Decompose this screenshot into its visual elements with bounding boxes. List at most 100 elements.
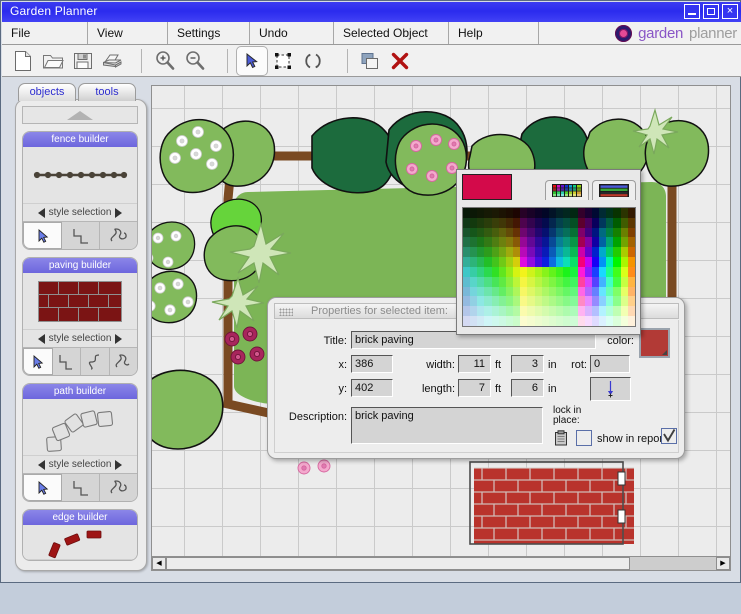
color-cell[interactable] xyxy=(563,217,571,228)
delete-button[interactable] xyxy=(385,47,415,75)
color-cell[interactable] xyxy=(541,266,549,277)
color-cell[interactable] xyxy=(620,266,628,277)
color-cell[interactable] xyxy=(463,316,471,326)
color-cell[interactable] xyxy=(513,247,521,258)
color-cell[interactable] xyxy=(505,276,514,287)
color-cell[interactable] xyxy=(484,286,492,297)
color-cell[interactable] xyxy=(627,266,635,277)
color-cell[interactable] xyxy=(498,257,506,267)
color-cell[interactable] xyxy=(606,286,614,297)
color-cell[interactable] xyxy=(570,296,578,307)
color-cell[interactable] xyxy=(498,316,506,326)
menu-item-view[interactable]: View xyxy=(88,22,168,44)
scroll-left-button[interactable]: ◀ xyxy=(152,557,166,570)
color-cell[interactable] xyxy=(591,208,600,218)
color-cell[interactable] xyxy=(556,306,564,317)
color-cell[interactable] xyxy=(527,217,535,228)
color-cell[interactable] xyxy=(477,276,485,287)
color-cell[interactable] xyxy=(491,296,499,307)
color-cell[interactable] xyxy=(548,237,557,248)
drag-grip-icon[interactable] xyxy=(279,308,293,316)
color-cell[interactable] xyxy=(477,286,485,297)
color-cell[interactable] xyxy=(570,286,578,297)
color-cell[interactable] xyxy=(620,247,628,258)
color-cell[interactable] xyxy=(527,227,535,238)
color-cell[interactable] xyxy=(570,257,578,267)
color-cell[interactable] xyxy=(484,306,492,317)
color-cell[interactable] xyxy=(556,286,564,297)
color-cell[interactable] xyxy=(591,247,600,258)
color-cell[interactable] xyxy=(548,316,557,326)
color-cell[interactable] xyxy=(627,276,635,287)
color-cell[interactable] xyxy=(491,247,499,258)
color-cell[interactable] xyxy=(527,306,535,317)
width-feet-input[interactable]: 11 xyxy=(458,355,491,373)
color-cell[interactable] xyxy=(491,227,499,238)
color-cell[interactable] xyxy=(627,208,635,218)
select-tool-button[interactable] xyxy=(236,46,268,76)
color-cell[interactable] xyxy=(513,316,521,326)
color-cell[interactable] xyxy=(527,316,535,326)
close-button[interactable]: × xyxy=(722,4,738,19)
color-cell[interactable] xyxy=(577,227,585,238)
color-cell[interactable] xyxy=(563,227,571,238)
color-cell[interactable] xyxy=(491,208,499,218)
length-inches-input[interactable]: 6 xyxy=(511,379,544,397)
color-cell[interactable] xyxy=(520,306,528,317)
color-cell[interactable] xyxy=(570,208,578,218)
color-cell[interactable] xyxy=(527,296,535,307)
color-cell[interactable] xyxy=(620,237,628,248)
color-cell[interactable] xyxy=(498,286,506,297)
color-cell[interactable] xyxy=(498,217,506,228)
color-cell[interactable] xyxy=(477,217,485,228)
color-cell[interactable] xyxy=(577,316,585,326)
color-cell[interactable] xyxy=(591,257,600,267)
color-cell[interactable] xyxy=(498,208,506,218)
color-cell[interactable] xyxy=(513,266,521,277)
color-cell[interactable] xyxy=(613,227,621,238)
color-cell[interactable] xyxy=(470,296,478,307)
lock-in-place-checkbox[interactable] xyxy=(576,430,592,446)
color-cell[interactable] xyxy=(584,227,592,238)
color-cell[interactable] xyxy=(627,247,635,258)
fence-straight-tool[interactable] xyxy=(62,222,100,249)
fence-freehand-tool[interactable] xyxy=(100,222,137,249)
color-cell[interactable] xyxy=(527,208,535,218)
color-cell[interactable] xyxy=(477,237,485,248)
color-cell[interactable] xyxy=(463,306,471,317)
color-cell[interactable] xyxy=(613,247,621,258)
color-cell[interactable] xyxy=(577,247,585,258)
color-cell[interactable] xyxy=(584,266,592,277)
color-cell[interactable] xyxy=(570,266,578,277)
color-cell[interactable] xyxy=(606,266,614,277)
lock-clipboard-icon[interactable] xyxy=(554,430,568,451)
color-cell[interactable] xyxy=(470,306,478,317)
paving-builder-preview[interactable] xyxy=(23,273,137,330)
color-cell[interactable] xyxy=(570,217,578,228)
color-cell[interactable] xyxy=(613,208,621,218)
color-cell[interactable] xyxy=(541,237,549,248)
color-cell[interactable] xyxy=(613,296,621,307)
color-cell[interactable] xyxy=(599,296,607,307)
color-cell[interactable] xyxy=(484,296,492,307)
path-select-tool[interactable] xyxy=(23,474,62,501)
color-cell[interactable] xyxy=(484,217,492,228)
color-cell[interactable] xyxy=(613,257,621,267)
color-cell[interactable] xyxy=(577,208,585,218)
description-textarea[interactable]: brick paving xyxy=(351,407,543,444)
color-cell[interactable] xyxy=(613,286,621,297)
color-cell[interactable] xyxy=(527,276,535,287)
color-cell[interactable] xyxy=(463,227,471,238)
color-cell[interactable] xyxy=(513,208,521,218)
color-cell[interactable] xyxy=(520,316,528,326)
color-cell[interactable] xyxy=(541,316,549,326)
color-cell[interactable] xyxy=(470,217,478,228)
color-cell[interactable] xyxy=(627,217,635,228)
scrollbar-thumb[interactable] xyxy=(166,557,630,570)
color-cell[interactable] xyxy=(541,227,549,238)
color-cell[interactable] xyxy=(548,276,557,287)
color-cell[interactable] xyxy=(599,266,607,277)
color-cell[interactable] xyxy=(556,247,564,258)
tab-objects[interactable]: objects xyxy=(18,83,76,101)
color-cell[interactable] xyxy=(620,296,628,307)
